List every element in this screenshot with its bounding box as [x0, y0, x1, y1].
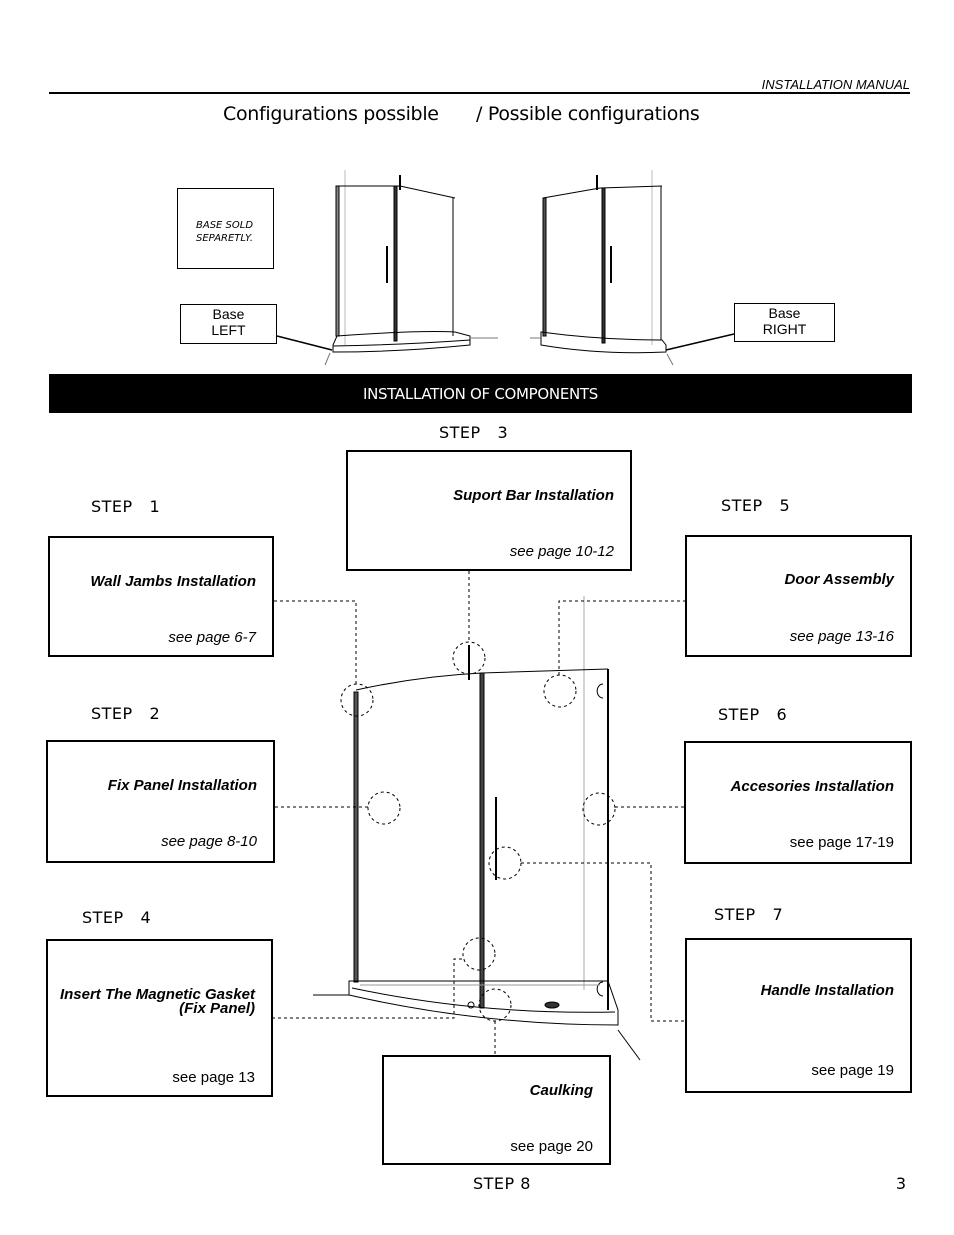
step-4-title-line-2: (Fix Panel) — [179, 1000, 255, 1017]
callout-circle-handle — [488, 846, 522, 880]
step-8-box[interactable]: Caulking see page 20 — [382, 1055, 611, 1165]
step-2-title: Fix Panel Installation — [107, 777, 257, 794]
step-5-page-ref[interactable]: see page 13-16 — [790, 628, 894, 645]
callout-circle-gasket — [462, 937, 496, 971]
shower-drawing-base-right — [530, 170, 735, 366]
step-5-label: STEP 5 — [721, 496, 791, 515]
page-number: 3 — [895, 1174, 906, 1193]
callout-circle-door — [543, 674, 577, 708]
step-8-page-ref[interactable]: see page 20 — [510, 1138, 593, 1155]
step-6-label: STEP 6 — [718, 705, 788, 724]
step-5-box[interactable]: Door Assembly see page 13-16 — [685, 535, 912, 657]
step-3-title: Suport Bar Installation — [453, 487, 614, 504]
step-4-label: STEP 4 — [82, 908, 152, 927]
step-7-page-ref[interactable]: see page 19 — [811, 1062, 894, 1079]
shower-drawing-base-left — [276, 170, 498, 366]
step-1-page-ref[interactable]: see page 6-7 — [168, 629, 256, 646]
step-1-label: STEP 1 — [91, 497, 161, 516]
shower-drawing-main — [313, 596, 641, 1061]
step-1-title: Wall Jambs Installation — [90, 573, 256, 590]
step-3-page-ref[interactable]: see page 10-12 — [510, 543, 614, 560]
step-1-box[interactable]: Wall Jambs Installation see page 6-7 — [48, 536, 274, 657]
step-2-page-ref[interactable]: see page 8-10 — [161, 833, 257, 850]
step-8-title: Caulking — [529, 1082, 593, 1099]
step-3-label: STEP 3 — [439, 423, 509, 442]
step-7-box[interactable]: Handle Installation see page 19 — [685, 938, 912, 1093]
step-2-label: STEP 2 — [91, 704, 161, 723]
installation-components-banner: INSTALLATION OF COMPONENTS — [49, 374, 912, 413]
leader-lines — [272, 571, 686, 1055]
step-4-box[interactable]: Insert The Magnetic Gasket (Fix Panel) s… — [46, 939, 273, 1097]
step-8-label: STEP 8 — [473, 1174, 531, 1193]
step-6-box[interactable]: Accesories Installation see page 17-19 — [684, 741, 912, 864]
step-7-title: Handle Installation — [760, 982, 894, 999]
step-4-page-ref[interactable]: see page 13 — [172, 1069, 255, 1086]
step-4-title: Insert The Magnetic Gasket (Fix Panel) — [60, 987, 255, 1017]
callout-circle-accessories — [582, 792, 616, 826]
step-6-title: Accesories Installation — [730, 778, 894, 795]
step-7-label: STEP 7 — [714, 905, 784, 924]
callout-circle-fix-panel — [367, 791, 401, 825]
banner-label: INSTALLATION OF COMPONENTS — [362, 384, 599, 403]
step-3-box[interactable]: Suport Bar Installation see page 10-12 — [346, 450, 632, 571]
step-6-page-ref[interactable]: see page 17-19 — [790, 834, 894, 851]
callout-circles — [340, 641, 616, 1022]
step-2-box[interactable]: Fix Panel Installation see page 8-10 — [46, 740, 275, 863]
step-5-title: Door Assembly — [784, 571, 894, 588]
